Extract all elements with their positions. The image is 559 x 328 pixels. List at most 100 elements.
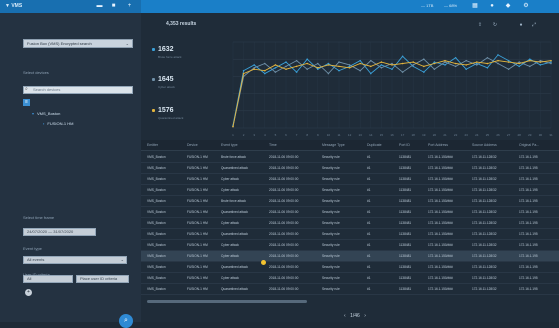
series-point-1[interactable] bbox=[338, 61, 340, 63]
series-point-0[interactable] bbox=[253, 64, 255, 66]
series-point-0[interactable] bbox=[264, 72, 266, 75]
tree-child[interactable]: ▪ FUSION-1 HM bbox=[43, 121, 73, 126]
series-point-0[interactable] bbox=[348, 65, 351, 68]
table-row[interactable]: VMS_Boston FUSION-1 HM Brute force attack 2… bbox=[141, 196, 559, 207]
table-row[interactable]: VMS_Boston FUSION-1 HM Cyber attack 2018-11… bbox=[141, 240, 559, 251]
series-point-0[interactable] bbox=[507, 59, 510, 62]
series-point-2[interactable] bbox=[454, 62, 457, 65]
settings-icon[interactable]: ● bbox=[518, 22, 524, 28]
series-point-1[interactable] bbox=[518, 61, 520, 63]
series-point-2[interactable] bbox=[529, 59, 531, 62]
series-point-2[interactable] bbox=[306, 62, 308, 65]
series-point-2[interactable] bbox=[412, 61, 414, 63]
series-point-0[interactable] bbox=[380, 64, 383, 66]
column-header[interactable]: Emitter bbox=[147, 143, 158, 147]
add-criteria-icon[interactable]: + bbox=[25, 289, 32, 296]
series-point-1[interactable] bbox=[433, 68, 436, 71]
table-row[interactable]: VMS_Boston FUSION-1 HM Brute force attack 2… bbox=[141, 152, 559, 163]
refresh-icon[interactable]: ↻ bbox=[492, 22, 498, 28]
user-criteria-input[interactable]: Place user ID criteria bbox=[76, 275, 129, 283]
series-point-1[interactable] bbox=[550, 62, 552, 65]
series-point-0[interactable] bbox=[242, 69, 245, 72]
series-point-1[interactable] bbox=[444, 61, 446, 63]
series-point-1[interactable] bbox=[423, 58, 425, 60]
event-select[interactable]: All events ⌄ bbox=[23, 256, 127, 264]
grid-icon[interactable]: ▦ bbox=[472, 3, 478, 9]
user-icon[interactable]: ● bbox=[489, 3, 495, 9]
series-point-1[interactable] bbox=[380, 67, 383, 69]
series-point-2[interactable] bbox=[518, 62, 520, 65]
series-point-1[interactable] bbox=[412, 64, 414, 66]
series-point-2[interactable] bbox=[433, 62, 436, 65]
series-point-0[interactable] bbox=[359, 59, 361, 62]
series-point-0[interactable] bbox=[529, 58, 531, 60]
series-point-0[interactable] bbox=[433, 61, 436, 63]
series-point-2[interactable] bbox=[539, 61, 542, 63]
series-point-2[interactable] bbox=[253, 68, 255, 71]
minimize-icon[interactable]: ▬ bbox=[96, 3, 103, 10]
series-point-1[interactable] bbox=[539, 59, 542, 62]
series-point-2[interactable] bbox=[507, 61, 510, 63]
series-point-0[interactable] bbox=[274, 67, 277, 69]
add-icon[interactable]: + bbox=[126, 3, 133, 10]
series-point-0[interactable] bbox=[317, 68, 319, 71]
series-point-0[interactable] bbox=[327, 62, 330, 65]
series-point-1[interactable] bbox=[370, 59, 372, 62]
table-row[interactable]: VMS_Boston FUSION-1 HM Quarantined attack 2… bbox=[141, 229, 559, 240]
column-header[interactable]: Source Address bbox=[472, 143, 497, 147]
series-point-0[interactable] bbox=[306, 58, 308, 60]
series-point-2[interactable] bbox=[497, 59, 499, 62]
table-row[interactable]: VMS_Boston FUSION-1 HM Quarantined attack 2… bbox=[141, 262, 559, 273]
series-point-2[interactable] bbox=[327, 64, 330, 66]
table-row[interactable]: VMS_Boston FUSION-1 HM Quarantined attack 2… bbox=[141, 284, 559, 295]
series-point-1[interactable] bbox=[401, 71, 404, 73]
prev-page-icon[interactable]: ‹ bbox=[344, 313, 346, 319]
series-point-0[interactable] bbox=[454, 56, 457, 59]
table-row[interactable]: VMS_Boston FUSION-1 HM Quarantined attack 2… bbox=[141, 163, 559, 174]
series-point-2[interactable] bbox=[370, 65, 372, 68]
series-point-2[interactable] bbox=[285, 68, 287, 71]
horizontal-scrollbar[interactable] bbox=[147, 300, 307, 303]
series-point-1[interactable] bbox=[317, 62, 319, 65]
tree-root[interactable]: ▾ VMS_Boston bbox=[32, 111, 60, 116]
user-select[interactable]: All bbox=[23, 275, 73, 283]
series-point-1[interactable] bbox=[507, 68, 510, 71]
series-point-1[interactable] bbox=[454, 65, 457, 68]
series-point-1[interactable] bbox=[497, 62, 499, 65]
column-header[interactable]: Port ID bbox=[399, 143, 410, 147]
series-point-0[interactable] bbox=[370, 72, 372, 75]
series-point-0[interactable] bbox=[391, 68, 393, 71]
filter-button[interactable]: ≡ bbox=[23, 99, 30, 106]
series-point-0[interactable] bbox=[550, 61, 552, 63]
table-row[interactable]: VMS_Boston FUSION-1 HM Cyber attack 2018-11… bbox=[141, 273, 559, 284]
series-point-0[interactable] bbox=[401, 55, 404, 58]
series-point-0[interactable] bbox=[465, 68, 467, 71]
expand-icon[interactable]: ⤢ bbox=[531, 22, 537, 28]
series-point-0[interactable] bbox=[518, 65, 520, 68]
series-point-0[interactable] bbox=[338, 69, 340, 72]
column-header[interactable]: Message Type bbox=[322, 143, 345, 147]
series-point-2[interactable] bbox=[423, 65, 425, 68]
series-point-2[interactable] bbox=[359, 62, 361, 65]
series-point-0[interactable] bbox=[486, 67, 489, 69]
series-point-1[interactable] bbox=[264, 62, 266, 65]
series-point-1[interactable] bbox=[253, 67, 255, 69]
series-point-2[interactable] bbox=[338, 65, 340, 68]
series-point-1[interactable] bbox=[476, 64, 478, 66]
series-point-2[interactable] bbox=[242, 72, 245, 75]
series-point-2[interactable] bbox=[550, 59, 552, 62]
column-header[interactable]: Event type bbox=[221, 143, 238, 147]
column-header[interactable]: Original Pa... bbox=[519, 143, 539, 147]
series-point-2[interactable] bbox=[295, 65, 298, 68]
series-point-2[interactable] bbox=[274, 64, 277, 66]
series-point-0[interactable] bbox=[539, 64, 542, 66]
series-point-2[interactable] bbox=[391, 64, 393, 66]
series-point-2[interactable] bbox=[264, 69, 266, 72]
series-point-0[interactable] bbox=[285, 61, 287, 63]
series-point-1[interactable] bbox=[391, 62, 393, 65]
series-point-1[interactable] bbox=[295, 59, 298, 62]
column-header[interactable]: Device bbox=[187, 143, 198, 147]
table-row[interactable]: VMS_Boston FUSION-1 HM Quarantined attack 2… bbox=[141, 207, 559, 218]
series-point-1[interactable] bbox=[465, 59, 467, 62]
series-point-2[interactable] bbox=[476, 61, 478, 63]
